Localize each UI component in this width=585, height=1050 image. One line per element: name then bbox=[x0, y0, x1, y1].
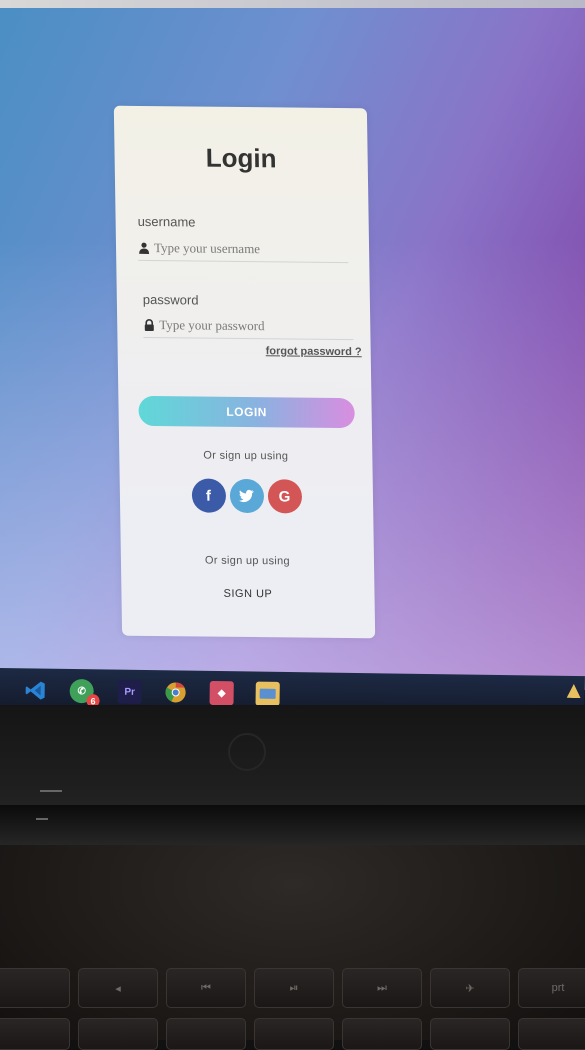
facebook-button[interactable]: f bbox=[191, 478, 226, 513]
social-prompt: Or sign up using bbox=[203, 449, 289, 463]
key[interactable] bbox=[0, 968, 70, 1008]
key[interactable]: ⏮ bbox=[166, 968, 246, 1008]
premiere-icon[interactable]: Pr bbox=[117, 679, 142, 704]
username-input[interactable] bbox=[153, 240, 345, 259]
top-bar bbox=[0, 0, 585, 8]
vscode-icon[interactable] bbox=[24, 678, 48, 702]
premiere-glyph: Pr bbox=[124, 686, 136, 698]
signup-prompt: Or sign up using bbox=[204, 554, 291, 568]
key[interactable] bbox=[430, 1018, 510, 1050]
twitter-icon bbox=[238, 489, 254, 503]
signup-link[interactable]: SIGN UP bbox=[121, 587, 374, 602]
password-label: password bbox=[142, 291, 199, 308]
key[interactable] bbox=[0, 1018, 70, 1050]
key[interactable] bbox=[342, 1018, 422, 1050]
user-icon bbox=[139, 242, 150, 255]
app-red-icon[interactable]: ◆ bbox=[209, 680, 234, 706]
password-input[interactable] bbox=[159, 317, 350, 336]
twitter-button[interactable] bbox=[229, 478, 264, 514]
key[interactable]: ⏯ bbox=[254, 968, 334, 1008]
file-explorer-icon[interactable] bbox=[255, 681, 280, 706]
key[interactable] bbox=[166, 1018, 246, 1050]
google-icon: G bbox=[278, 487, 291, 505]
login-button[interactable]: LOGIN bbox=[138, 395, 355, 429]
keyboard-deck bbox=[0, 845, 585, 1040]
lock-icon bbox=[144, 319, 154, 332]
key[interactable]: ✈ bbox=[430, 968, 510, 1008]
hinge-glint bbox=[40, 790, 62, 792]
key[interactable]: ⏭ bbox=[342, 968, 422, 1008]
monitor-screen: Login username password forgot password … bbox=[0, 0, 585, 690]
key[interactable]: ◂ bbox=[78, 968, 158, 1008]
social-buttons: f G bbox=[120, 478, 374, 515]
login-title: Login bbox=[205, 142, 277, 174]
username-label: username bbox=[137, 213, 196, 230]
google-button[interactable]: G bbox=[267, 479, 302, 514]
key[interactable]: prt bbox=[518, 968, 585, 1008]
chrome-icon[interactable] bbox=[164, 680, 188, 704]
facebook-icon: f bbox=[205, 487, 212, 505]
folder-glyph bbox=[259, 688, 276, 699]
password-field[interactable] bbox=[143, 312, 354, 341]
tray-icon[interactable] bbox=[567, 684, 581, 698]
hinge-glint bbox=[36, 818, 48, 820]
username-field[interactable] bbox=[137, 235, 349, 264]
laptop-hinge bbox=[0, 805, 585, 845]
key[interactable] bbox=[254, 1018, 334, 1050]
login-card: Login username password forgot password … bbox=[113, 105, 376, 639]
vscode-glyph bbox=[25, 681, 45, 700]
key[interactable] bbox=[518, 1018, 585, 1050]
forgot-password-link[interactable]: forgot password ? bbox=[266, 345, 362, 358]
key[interactable] bbox=[78, 1018, 158, 1050]
number-key-row bbox=[0, 1018, 585, 1050]
app-red-glyph: ◆ bbox=[217, 687, 226, 699]
hp-logo bbox=[228, 733, 266, 771]
whatsapp-icon[interactable]: ✆ 6 bbox=[69, 678, 100, 708]
chrome-glyph bbox=[165, 682, 186, 703]
whatsapp-glyph: ✆ bbox=[77, 685, 86, 697]
function-key-row: ◂ ⏮ ⏯ ⏭ ✈ prt bbox=[0, 968, 585, 1008]
